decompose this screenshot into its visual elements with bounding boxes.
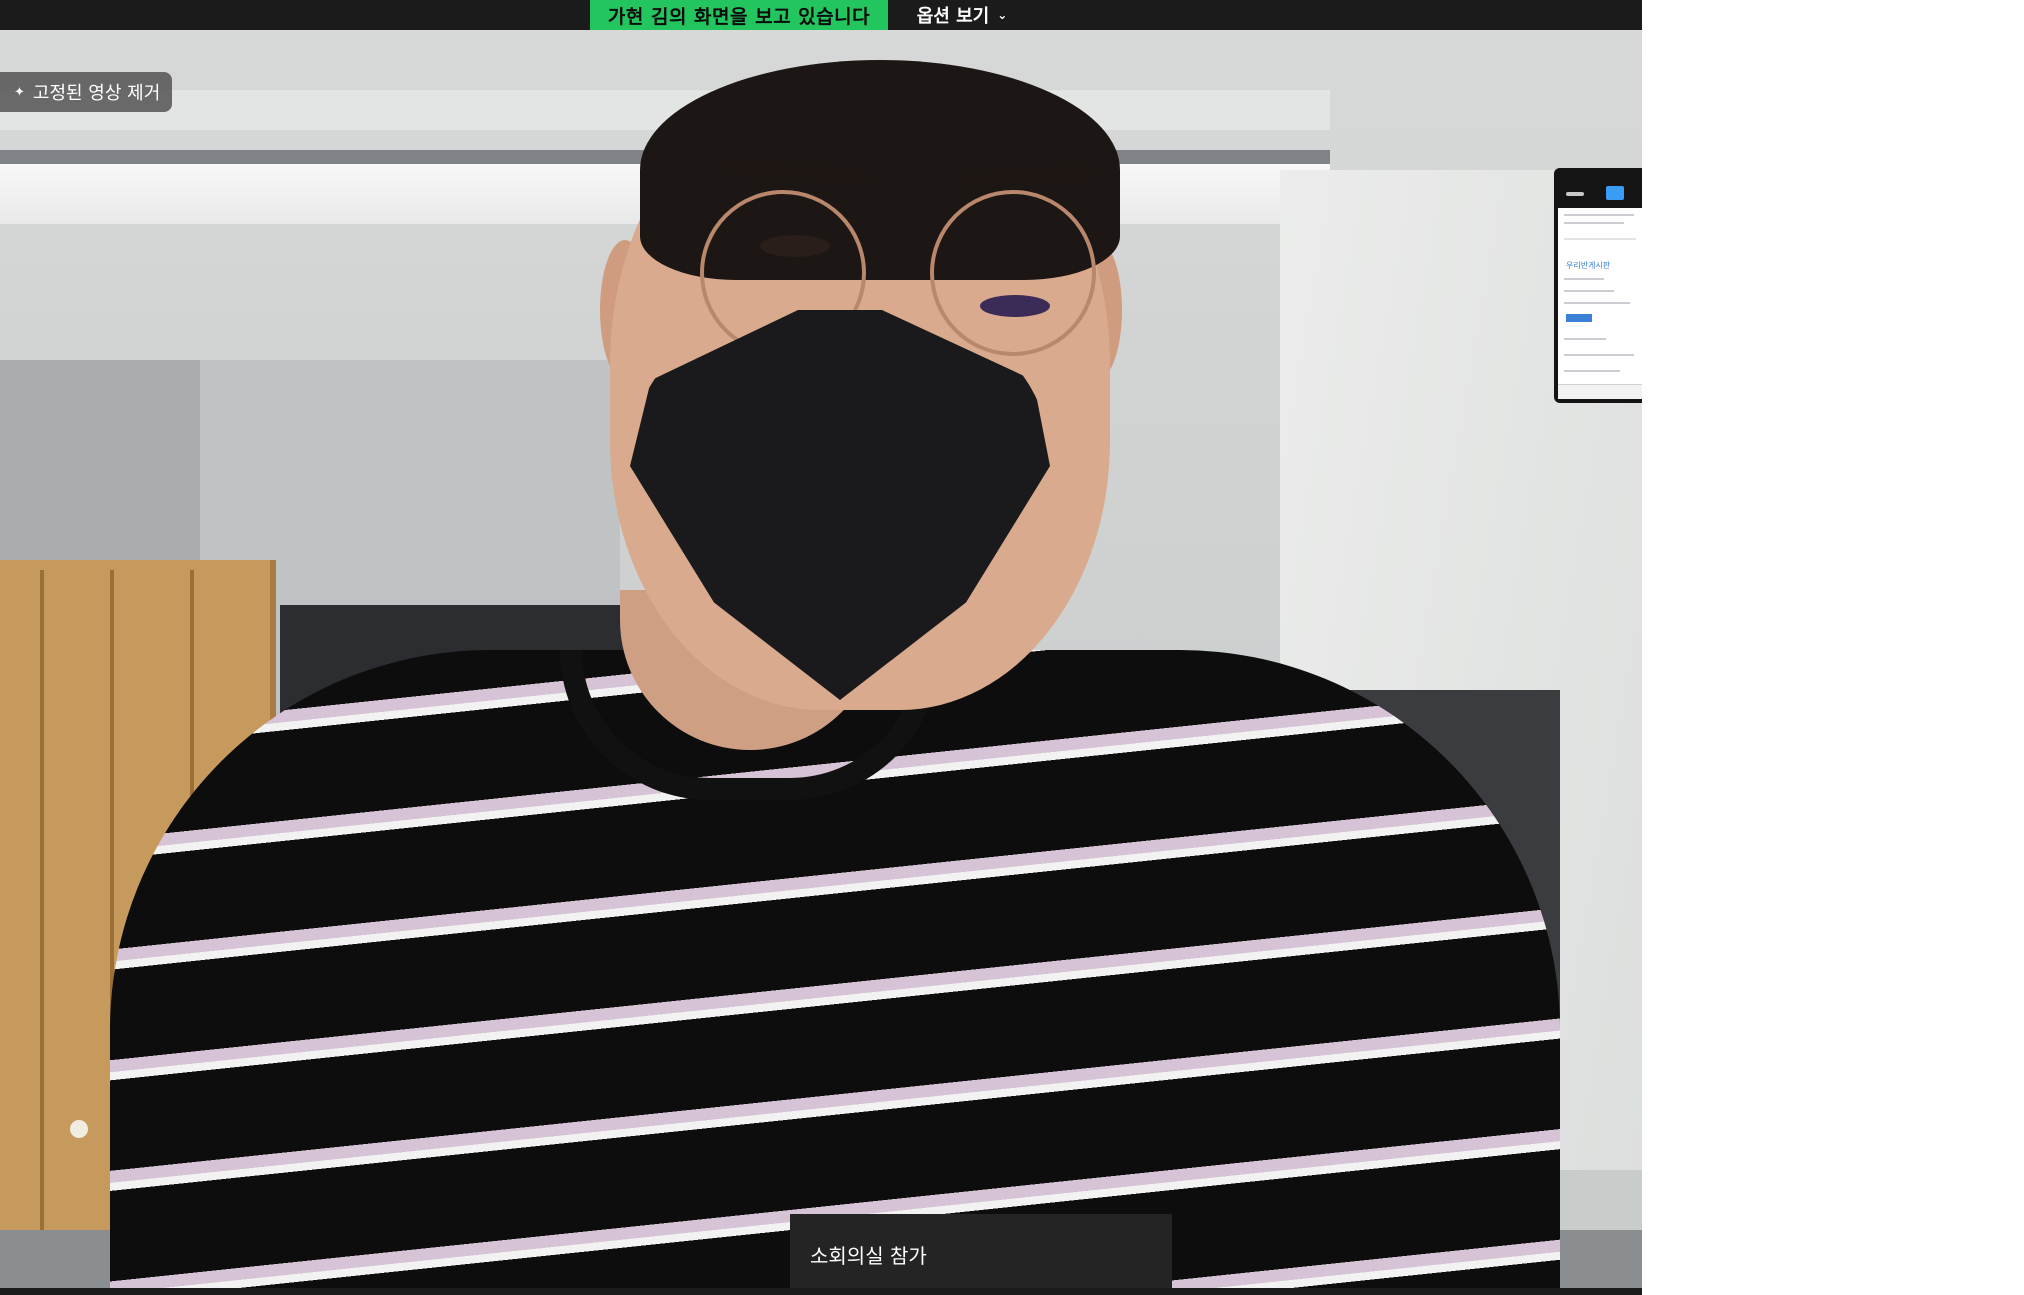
video-background <box>40 570 44 1230</box>
thumbnail-screen: 우리반게시판 <box>1558 208 1642 399</box>
bottom-toolbar-edge <box>0 1288 1642 1295</box>
thumbnail-toolbar <box>1554 168 1642 208</box>
remove-pinned-video-button[interactable]: ✦ 고정된 영상 제거 <box>0 72 173 112</box>
chevron-down-icon: ⌄ <box>997 8 1008 22</box>
minimize-icon[interactable] <box>1566 192 1584 196</box>
participant-figure <box>930 190 1096 356</box>
share-banner-text: 가현 김의 화면을 보고 있습니다 <box>607 5 871 28</box>
thumbnail-title: 우리반게시판 <box>1566 261 1611 270</box>
screen-share-banner: 가현 김의 화면을 보고 있습니다 <box>590 0 888 30</box>
thumbnail-line <box>1564 222 1624 224</box>
join-breakout-room-button[interactable]: 소회의실 참가 <box>790 1214 1172 1295</box>
thumbnail-line <box>1564 238 1636 240</box>
participant-video: ✦ 고정된 영상 제거 <box>0 30 1642 1292</box>
view-mode-icon[interactable] <box>1606 186 1624 200</box>
shared-screen-thumbnail[interactable]: 우리반게시판 <box>1554 168 1642 403</box>
remove-pinned-video-label: 고정된 영상 제거 <box>32 83 161 104</box>
thumbnail-line <box>1564 290 1614 292</box>
join-breakout-room-label: 소회의실 참가 <box>810 1244 927 1268</box>
pin-icon: ✦ <box>14 84 25 100</box>
thumbnail-line <box>1564 370 1620 372</box>
thumbnail-line <box>1564 278 1604 280</box>
thumbnail-line <box>1564 354 1634 356</box>
video-background <box>70 1120 88 1138</box>
thumbnail-line <box>1564 302 1630 304</box>
thumbnail-line <box>1564 338 1606 340</box>
view-options-button[interactable]: 옵션 보기 ⌄ <box>888 0 1036 30</box>
thumbnail-footer <box>1558 384 1642 399</box>
thumbnail-button <box>1566 314 1592 322</box>
thumbnail-line <box>1564 214 1634 216</box>
view-options-label: 옵션 보기 <box>916 6 990 27</box>
